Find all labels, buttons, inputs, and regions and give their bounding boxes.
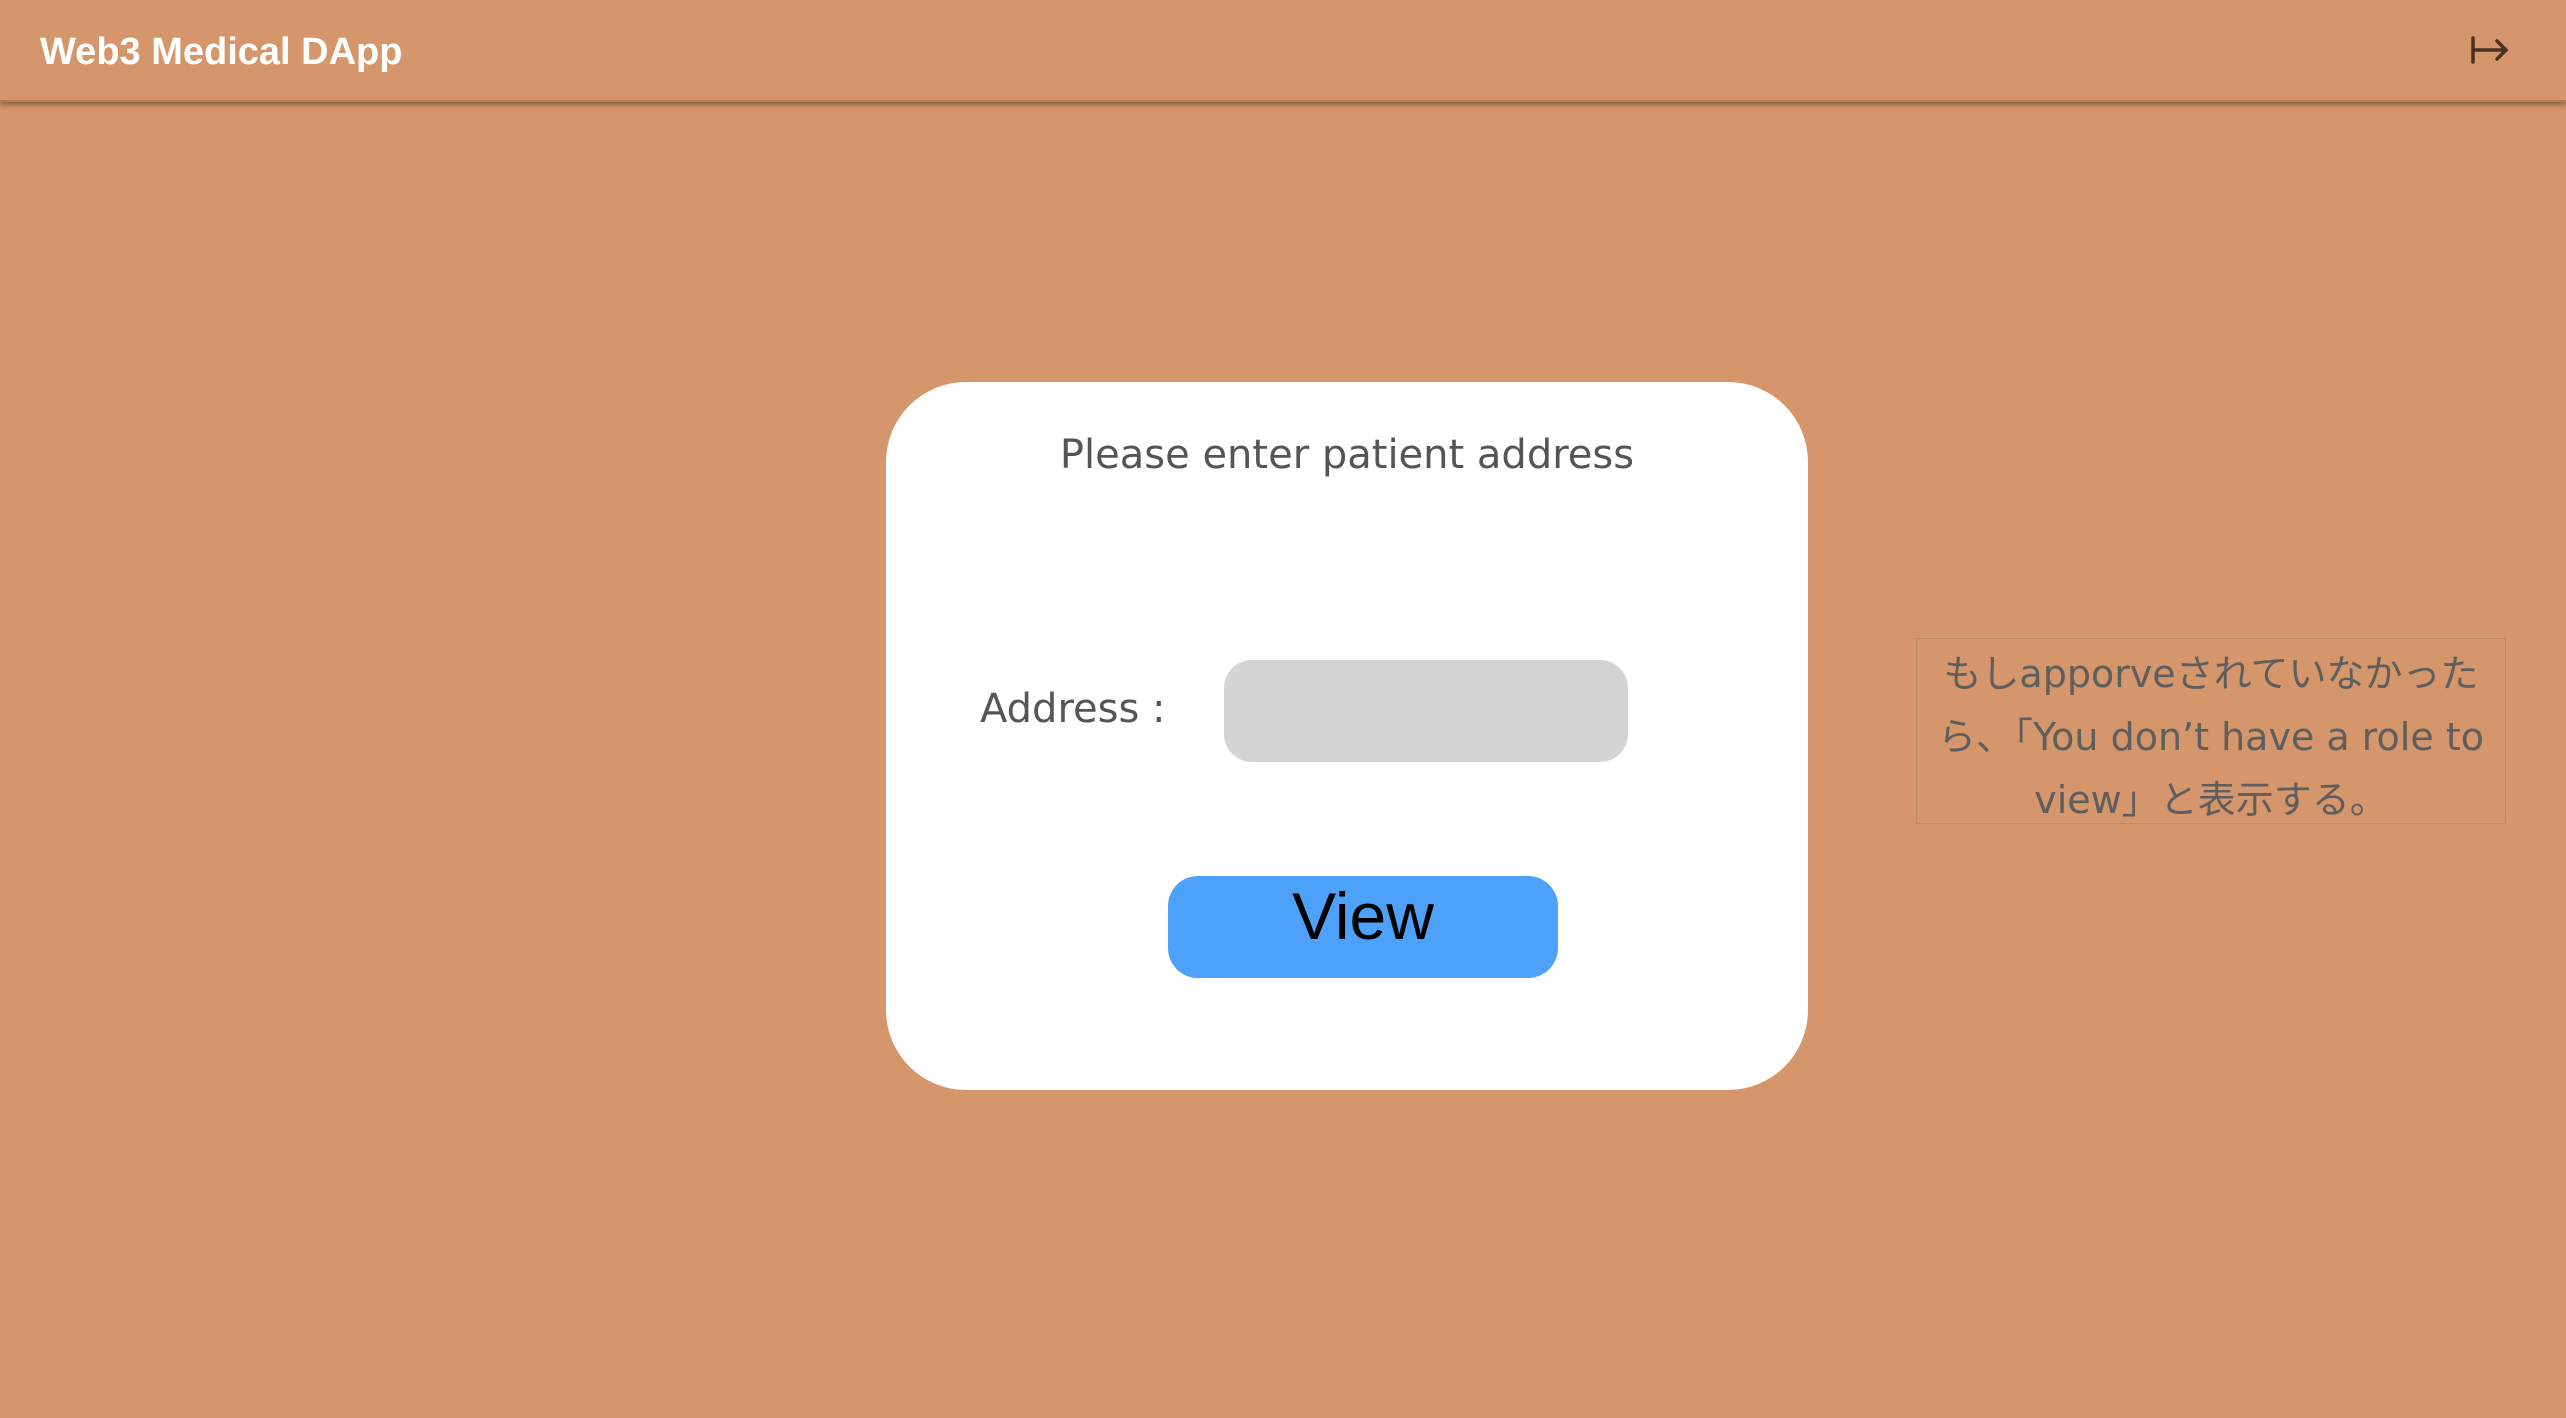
address-card: Please enter patient address Address : V… [886, 382, 1808, 1090]
address-input[interactable] [1224, 660, 1628, 762]
annotation-note: もしapporveされていなかったら、「You don’t have a rol… [1916, 638, 2506, 824]
logout-icon[interactable] [2468, 28, 2512, 72]
app-title: Web3 Medical DApp [40, 31, 403, 73]
app-header: Web3 Medical DApp [0, 0, 2566, 102]
card-title: Please enter patient address [1059, 432, 1635, 478]
address-label: Address : [980, 686, 1166, 732]
view-button[interactable]: View [1168, 876, 1558, 978]
